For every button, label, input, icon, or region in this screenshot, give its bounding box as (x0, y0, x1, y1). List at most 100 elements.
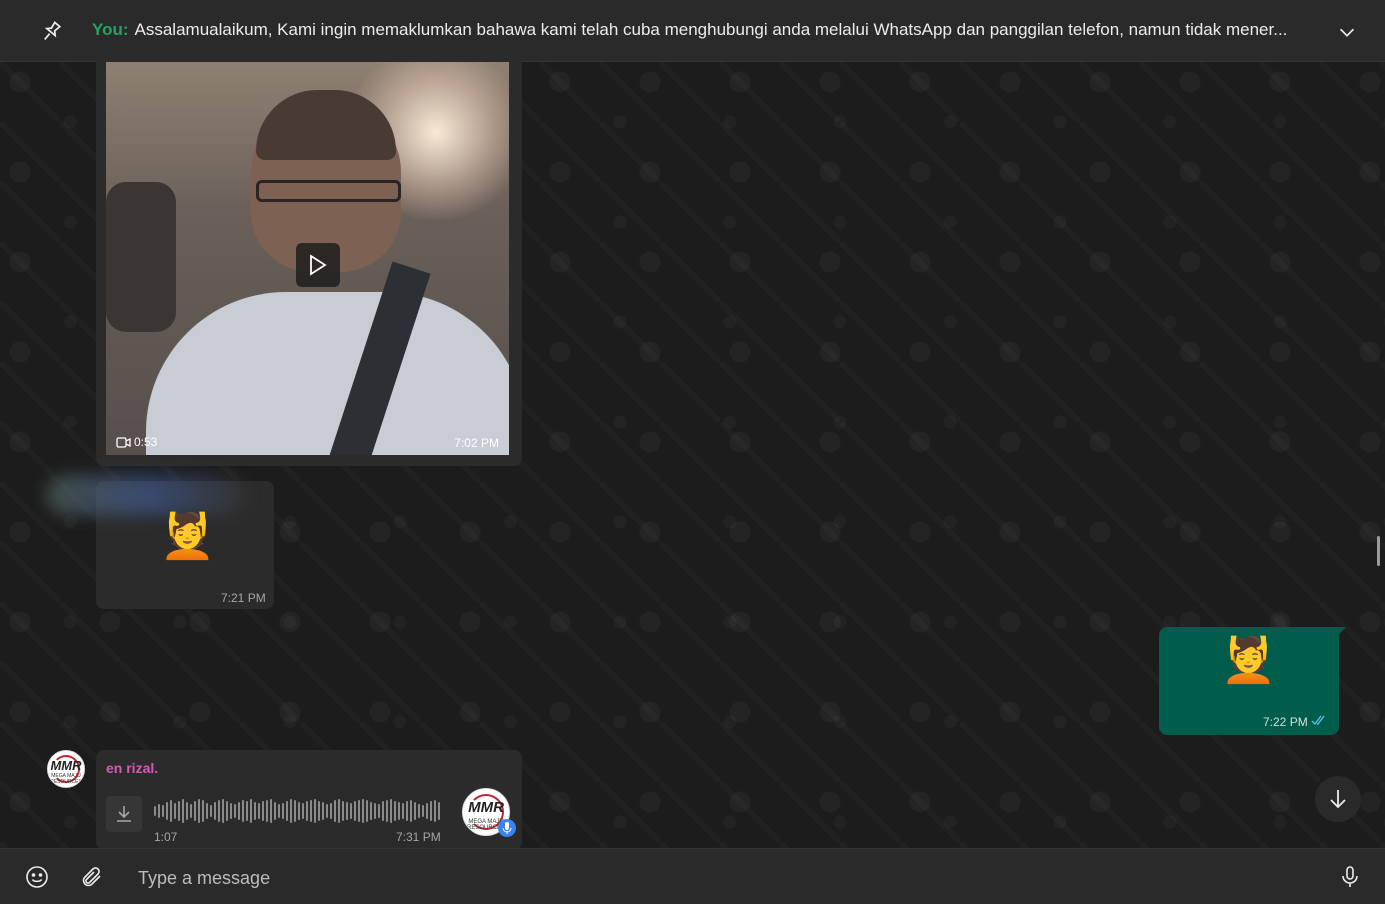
avatar-logo-sub: MEGA MAJU RESOURCES (50, 773, 82, 785)
waveform-bar (258, 803, 260, 819)
waveform-bar (310, 800, 312, 822)
sticker-message-incoming[interactable]: 💆 7:21 PM (46, 475, 274, 609)
waveform-bar (238, 802, 240, 820)
waveform-bar (162, 805, 164, 817)
video-duration-text: 0:53 (134, 435, 158, 449)
waveform-bar (318, 801, 320, 821)
video-camera-icon (116, 436, 131, 448)
waveform-bar (330, 803, 332, 819)
scroll-to-bottom-button[interactable] (1315, 776, 1361, 822)
play-icon (310, 254, 327, 276)
waveform-bar (334, 800, 336, 822)
chevron-down-icon[interactable] (1336, 21, 1358, 43)
waveform-bar (434, 800, 436, 822)
waveform-bar (182, 799, 184, 823)
waveform-bar (198, 799, 200, 823)
waveform-bar (234, 804, 236, 818)
waveform-bar (286, 801, 288, 821)
sender-name[interactable]: en rizal. (106, 760, 158, 776)
waveform-bar (322, 802, 324, 820)
waveform-bar (246, 801, 248, 821)
microphone-icon[interactable] (1338, 865, 1362, 889)
waveform-bar (278, 804, 280, 818)
waveform-bar (250, 799, 252, 823)
voice-message[interactable]: en rizal. 1:07 7:31 PM MMR MEGA MAJU RES… (96, 750, 522, 850)
sticker-emoji: 💆 (1221, 635, 1276, 686)
video-message[interactable]: 0:53 7:02 PM (96, 50, 522, 466)
video-frame-body (146, 292, 509, 455)
video-thumbnail[interactable]: 0:53 7:02 PM (106, 62, 509, 455)
waveform-bar (266, 800, 268, 822)
waveform-bar (374, 803, 376, 819)
waveform-bar (270, 799, 272, 823)
waveform-bar (390, 799, 392, 823)
waveform-bar (226, 801, 228, 821)
waveform-bar (426, 803, 428, 819)
waveform-bar (290, 799, 292, 823)
message-composer (0, 848, 1385, 904)
video-time: 7:02 PM (454, 436, 499, 450)
waveform-bar (418, 804, 420, 818)
waveform-bar (274, 802, 276, 820)
sticker-message-outgoing[interactable]: 💆 7:22 PM (1159, 627, 1339, 735)
waveform-bar (206, 803, 208, 819)
video-frame-seat (106, 182, 176, 332)
waveform-bar (314, 799, 316, 823)
bubble-tail (1336, 627, 1346, 637)
waveform-bar (306, 801, 308, 821)
waveform-bar (346, 802, 348, 820)
pin-icon[interactable] (38, 19, 64, 45)
voice-player[interactable]: 1:07 7:31 PM (96, 784, 456, 846)
pinned-message-text[interactable]: You: Assalamualaikum, Kami ingin memaklum… (92, 20, 1322, 40)
mic-badge-icon (498, 819, 516, 837)
scrollbar[interactable] (1377, 536, 1380, 566)
waveform-bar (362, 799, 364, 823)
waveform-bar (242, 800, 244, 822)
waveform-bar (382, 801, 384, 821)
waveform-bar (170, 800, 172, 822)
waveform-bar (262, 801, 264, 821)
video-duration: 0:53 (116, 435, 157, 449)
message-time: 7:21 PM (221, 591, 266, 605)
waveform-bar (430, 801, 432, 821)
waveform-bar (370, 802, 372, 820)
waveform-bar (338, 799, 340, 823)
message-input[interactable] (136, 861, 1290, 895)
waveform-bar (414, 802, 416, 820)
arrow-down-icon (1330, 790, 1346, 809)
play-button[interactable] (296, 243, 340, 287)
waveform-bar (210, 805, 212, 817)
message-time: 7:31 PM (396, 830, 441, 844)
waveform-bar (194, 801, 196, 821)
waveform-bar (378, 804, 380, 818)
waveform-bar (350, 803, 352, 819)
voice-waveform[interactable] (154, 798, 440, 824)
waveform-bar (178, 801, 180, 821)
download-button[interactable] (106, 796, 142, 832)
waveform-bar (342, 801, 344, 821)
waveform-bar (282, 803, 284, 819)
waveform-bar (386, 800, 388, 822)
pinned-body: Assalamualaikum, Kami ingin memaklumkan … (134, 20, 1288, 39)
waveform-bar (190, 804, 192, 818)
waveform-bar (230, 803, 232, 819)
blurred-sender-name (46, 475, 246, 515)
waveform-bar (354, 801, 356, 821)
waveform-bar (214, 802, 216, 820)
message-time: 7:22 PM (1263, 715, 1308, 729)
video-frame-hair (256, 90, 396, 160)
pinned-sender: You: (92, 20, 129, 39)
waveform-bar (302, 803, 304, 819)
waveform-bar (410, 800, 412, 822)
waveform-bar (358, 800, 360, 822)
waveform-bar (186, 802, 188, 820)
waveform-bar (218, 800, 220, 822)
sticker-emoji: 💆 (160, 511, 215, 562)
waveform-bar (398, 802, 400, 820)
emoji-icon[interactable] (25, 865, 49, 889)
attach-icon[interactable] (80, 865, 104, 889)
sender-avatar[interactable]: MMR MEGA MAJU RESOURCES (47, 750, 85, 788)
waveform-bar (202, 800, 204, 822)
read-ticks-icon (1311, 715, 1325, 726)
waveform-bar (298, 802, 300, 820)
